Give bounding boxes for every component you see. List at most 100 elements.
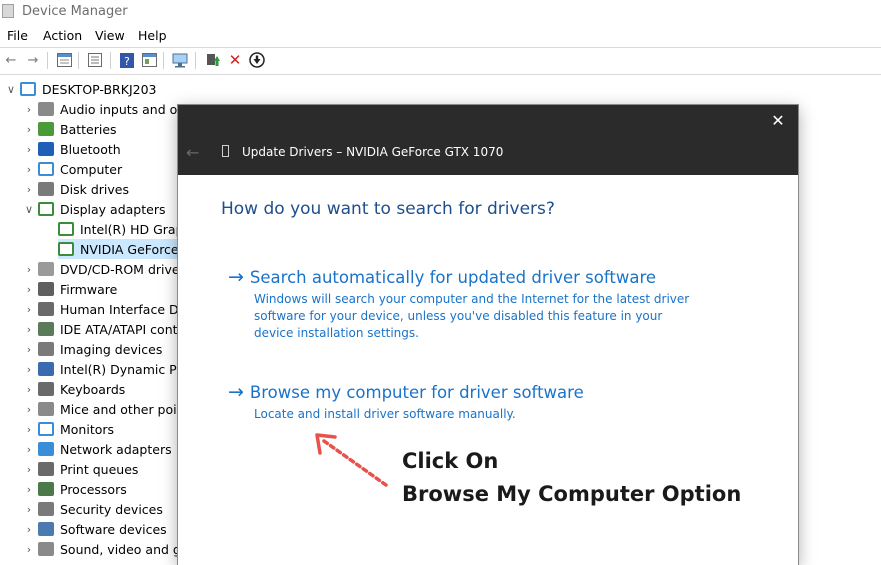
enable-icon[interactable] (204, 52, 220, 68)
back-arrow-icon[interactable]: ← (186, 143, 199, 162)
keyboard-icon (38, 382, 54, 396)
tree-item-label: Intel(R) Dynamic Plat (60, 361, 193, 377)
tree-item-child[interactable]: NVIDIA GeForce (58, 239, 179, 259)
toolbar: ← → ? ✕ (0, 47, 881, 75)
menu-help[interactable]: Help (138, 28, 167, 43)
search-automatically-description: Windows will search your computer and th… (254, 291, 694, 342)
tree-item-label: Keyboards (60, 381, 126, 397)
tree-item[interactable]: › Bluetooth (24, 139, 121, 159)
computer-icon (20, 82, 36, 96)
tree-item-label: Audio inputs and ou (60, 101, 186, 117)
browse-computer-description: Locate and install driver software manua… (254, 407, 516, 421)
chevron-right-icon[interactable]: › (24, 143, 34, 156)
device-manager-icon (2, 4, 14, 18)
tree-item[interactable]: › Mice and other poir (24, 399, 182, 419)
mouse-icon (38, 402, 54, 416)
chevron-right-icon[interactable]: › (24, 443, 34, 456)
tree-item[interactable]: › Processors (24, 479, 127, 499)
tree-item[interactable]: › Intel(R) Dynamic Plat (24, 359, 193, 379)
title-bar: Device Manager (0, 0, 881, 24)
ide-icon (38, 322, 54, 336)
chevron-right-icon[interactable]: › (24, 423, 34, 436)
chevron-right-icon[interactable]: › (24, 163, 34, 176)
chevron-right-icon[interactable]: › (24, 363, 34, 376)
dialog-title: Update Drivers – NVIDIA GeForce GTX 1070 (242, 145, 504, 159)
menu-view[interactable]: View (95, 28, 125, 43)
scan-icon[interactable] (172, 52, 188, 68)
chevron-right-icon[interactable]: › (24, 283, 34, 296)
chip-icon (38, 362, 54, 376)
tree-item[interactable]: › Security devices (24, 499, 163, 519)
list-icon[interactable] (87, 52, 103, 68)
chevron-right-icon[interactable]: › (24, 383, 34, 396)
tree-root-desktop[interactable]: ∨ DESKTOP-BRKJ203 (6, 79, 157, 99)
firmware-icon (38, 282, 54, 296)
battery-icon (38, 122, 54, 136)
menu-action[interactable]: Action (43, 28, 82, 43)
tree-item[interactable]: › DVD/CD-ROM drive (24, 259, 180, 279)
toolbar-divider (47, 52, 48, 69)
tree-item-label: Mice and other poir (60, 401, 182, 417)
tree-item[interactable]: › Human Interface De (24, 299, 187, 319)
tree-item[interactable]: › Batteries (24, 119, 117, 139)
chevron-right-icon[interactable]: › (24, 483, 34, 496)
tree-item-label: Network adapters (60, 441, 172, 457)
tree-item[interactable]: › Audio inputs and ou (24, 99, 185, 119)
tree-item[interactable]: › IDE ATA/ATAPI contr (24, 319, 183, 339)
back-icon[interactable]: ← (3, 52, 19, 68)
display-adapter-icon (38, 202, 54, 216)
chevron-right-icon[interactable]: › (24, 403, 34, 416)
chevron-right-icon[interactable]: › (24, 323, 34, 336)
tree-item-label: Intel(R) HD Grapl (80, 221, 187, 237)
graphics-card-icon (222, 145, 229, 157)
tree-item-label: NVIDIA GeForce (80, 241, 179, 257)
tree-item[interactable]: › Software devices (24, 519, 167, 539)
chevron-right-icon[interactable]: › (24, 123, 34, 136)
tree-item-label: Print queues (60, 461, 139, 477)
browse-computer-option[interactable]: → Browse my computer for driver software… (228, 382, 584, 421)
chevron-down-icon[interactable]: ∨ (24, 203, 34, 216)
forward-icon[interactable]: → (25, 52, 41, 68)
tree-item[interactable]: ∨ Display adapters (24, 199, 166, 219)
annotation-line-1: Click On (402, 449, 499, 473)
tree-item[interactable]: › Network adapters (24, 439, 172, 459)
chevron-right-icon[interactable]: › (24, 463, 34, 476)
description-line: Windows will search your computer and th… (254, 292, 690, 306)
chevron-right-icon[interactable]: › (24, 343, 34, 356)
tree-item-label: Imaging devices (60, 341, 163, 357)
chevron-right-icon[interactable]: › (24, 523, 34, 536)
uninstall-icon[interactable]: ✕ (227, 51, 243, 69)
properties-icon[interactable] (56, 52, 72, 68)
menu-file[interactable]: File (7, 28, 28, 43)
chevron-right-icon[interactable]: › (24, 183, 34, 196)
arrow-right-icon: → (228, 266, 244, 288)
chevron-right-icon[interactable]: › (24, 263, 34, 276)
dvd-icon (38, 262, 54, 276)
chevron-right-icon[interactable]: › (24, 103, 34, 116)
audio-icon (38, 102, 54, 116)
chevron-right-icon[interactable]: › (24, 303, 34, 316)
search-automatically-link[interactable]: Search automatically for updated driver … (250, 268, 656, 287)
help-icon[interactable]: ? (119, 52, 135, 68)
search-automatically-option[interactable]: → Search automatically for updated drive… (228, 266, 689, 340)
tree-item[interactable]: › Computer (24, 159, 122, 179)
tree-item-child[interactable]: Intel(R) HD Grapl (58, 219, 187, 239)
tree-item[interactable]: › Disk drives (24, 179, 129, 199)
chevron-down-icon[interactable]: ∨ (6, 83, 16, 96)
chevron-right-icon[interactable]: › (24, 543, 34, 556)
processor-icon (38, 482, 54, 496)
close-icon[interactable]: ✕ (768, 111, 788, 131)
tree-item[interactable]: › Print queues (24, 459, 139, 479)
view-icon[interactable] (141, 52, 157, 68)
tree-item[interactable]: › Monitors (24, 419, 114, 439)
camera-icon (38, 342, 54, 356)
chevron-right-icon[interactable]: › (24, 503, 34, 516)
update-icon[interactable] (249, 52, 265, 68)
dialog-header: ✕ ← Update Drivers – NVIDIA GeForce GTX … (178, 105, 798, 175)
tree-item[interactable]: › Keyboards (24, 379, 125, 399)
tree-item[interactable]: › Firmware (24, 279, 118, 299)
tree-item[interactable]: › Imaging devices (24, 339, 163, 359)
tree-item-label: Monitors (60, 421, 115, 437)
browse-computer-link[interactable]: Browse my computer for driver software (250, 383, 584, 402)
tree-item[interactable]: › Sound, video and ga (24, 539, 189, 559)
